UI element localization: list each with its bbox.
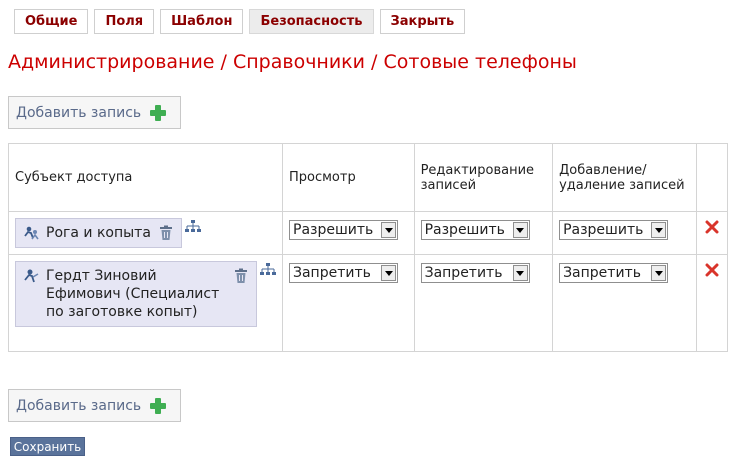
- subject-cell: Рога и копыта: [8, 211, 283, 255]
- view-permission-select[interactable]: Разрешить: [289, 220, 398, 240]
- dropdown-arrow-icon: [512, 222, 528, 238]
- edit-permission-select[interactable]: Запретить: [420, 263, 530, 283]
- hierarchy-icon[interactable]: [184, 220, 201, 234]
- subject-name: Гердт Зиновий Ефимович (Специалист по за…: [46, 268, 220, 320]
- save-button[interactable]: Сохранить: [10, 437, 85, 456]
- table-row: Рога и копыта Разрешить Разрешить Разреш…: [8, 211, 728, 255]
- dropdown-arrow-icon: [651, 265, 667, 281]
- view-cell: Запретить: [282, 254, 415, 352]
- tab-security[interactable]: Безопасность: [249, 9, 374, 34]
- add-delete-cell: Запретить: [552, 254, 698, 352]
- select-value: Запретить: [293, 265, 371, 281]
- edit-cell: Запретить: [413, 254, 554, 352]
- select-value: Разрешить: [424, 222, 505, 238]
- user-icon: [24, 269, 39, 283]
- header-add-delete: Добавление/ удаление записей: [552, 143, 698, 212]
- header-actions: [696, 143, 728, 212]
- delete-x-icon[interactable]: [705, 263, 719, 277]
- user-group-icon: [24, 226, 39, 240]
- add-delete-permission-select[interactable]: Запретить: [559, 263, 669, 283]
- table-row: Гердт Зиновий Ефимович (Специалист по за…: [8, 254, 728, 352]
- add-delete-cell: Разрешить: [552, 211, 698, 255]
- view-permission-select[interactable]: Запретить: [289, 263, 398, 283]
- add-delete-permission-select[interactable]: Разрешить: [559, 220, 669, 240]
- dropdown-arrow-icon: [381, 222, 396, 238]
- select-value: Запретить: [563, 265, 641, 281]
- tab-fields[interactable]: Поля: [94, 9, 155, 34]
- header-view: Просмотр: [282, 143, 415, 212]
- tab-bar: Общие Поля Шаблон Безопасность Закрыть: [14, 9, 466, 34]
- add-record-button-top[interactable]: Добавить запись: [8, 96, 181, 129]
- plus-icon: [150, 397, 167, 414]
- subject-name: Рога и копыта: [46, 225, 151, 241]
- tab-template[interactable]: Шаблон: [160, 9, 244, 34]
- plus-icon: [150, 104, 167, 121]
- page-title: Администрирование / Справочники / Сотовы…: [8, 51, 577, 73]
- trash-icon[interactable]: [159, 225, 173, 241]
- tab-close[interactable]: Закрыть: [379, 9, 466, 34]
- actions-cell: [696, 254, 728, 352]
- select-value: Разрешить: [293, 222, 374, 238]
- dropdown-arrow-icon: [651, 222, 667, 238]
- select-value: Разрешить: [563, 222, 644, 238]
- edit-permission-select[interactable]: Разрешить: [420, 220, 530, 240]
- subject-cell: Гердт Зиновий Ефимович (Специалист по за…: [8, 254, 283, 352]
- actions-cell: [696, 211, 728, 255]
- add-record-label: Добавить запись: [16, 397, 142, 414]
- view-cell: Разрешить: [282, 211, 415, 255]
- header-subject: Субъект доступа: [8, 143, 283, 212]
- trash-icon[interactable]: [234, 268, 248, 284]
- subject-chip: Гердт Зиновий Ефимович (Специалист по за…: [15, 261, 257, 327]
- select-value: Запретить: [424, 265, 503, 281]
- edit-cell: Разрешить: [413, 211, 554, 255]
- dropdown-arrow-icon: [512, 265, 528, 281]
- tab-general[interactable]: Общие: [14, 9, 89, 34]
- table-header-row: Субъект доступа Просмотр Редактирование …: [8, 143, 728, 212]
- permissions-table: Субъект доступа Просмотр Редактирование …: [8, 143, 728, 352]
- add-record-label: Добавить запись: [16, 104, 142, 121]
- hierarchy-icon[interactable]: [260, 263, 276, 277]
- subject-chip: Рога и копыта: [15, 218, 182, 248]
- add-record-button-bottom[interactable]: Добавить запись: [8, 389, 181, 422]
- dropdown-arrow-icon: [381, 265, 396, 281]
- header-edit: Редактирование записей: [413, 143, 554, 212]
- delete-x-icon[interactable]: [705, 220, 719, 234]
